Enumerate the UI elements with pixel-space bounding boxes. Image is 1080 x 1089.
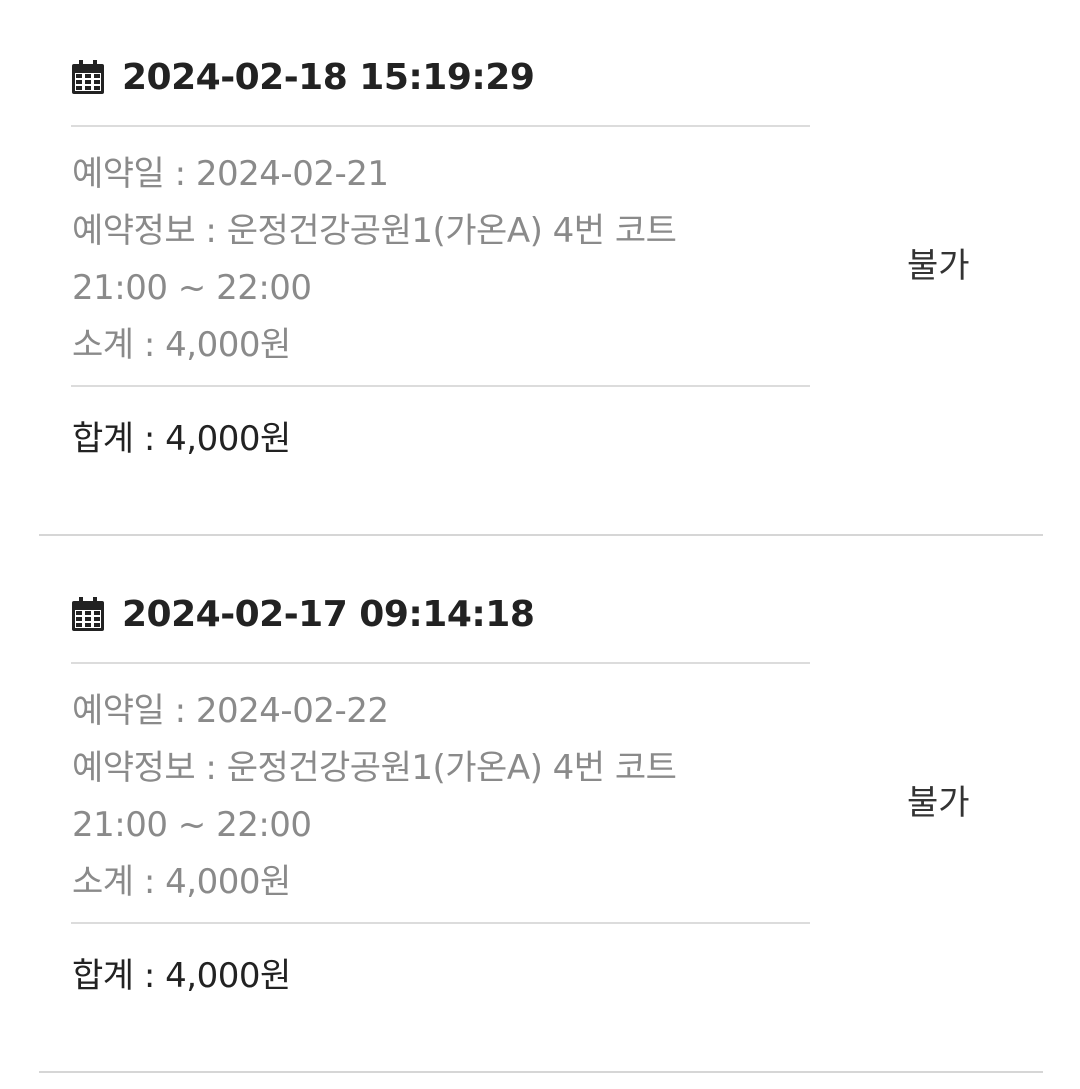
reservation-time: 21:00 ~ 22:00 xyxy=(72,805,312,845)
reservation-datetime: 2024-02-18 15:19:29 xyxy=(122,56,535,98)
reservation-total: 합계 : 4,000원 xyxy=(72,956,291,996)
status-badge: 불가 xyxy=(907,246,970,286)
reservation-date: 예약일 : 2024-02-21 xyxy=(72,154,389,194)
reservation-subtotal: 소계 : 4,000원 xyxy=(72,862,291,902)
reservation-info: 예약정보 : 운정건강공원1(가온A) 4번 코트 xyxy=(72,748,677,788)
status-badge: 불가 xyxy=(907,783,970,823)
reservation-header: 2024-02-17 09:14:18 xyxy=(72,589,535,639)
divider xyxy=(71,922,810,924)
item-separator xyxy=(39,534,1043,536)
divider xyxy=(71,662,810,664)
reservation-total: 합계 : 4,000원 xyxy=(72,419,291,459)
divider xyxy=(71,385,810,387)
reservation-details: 예약일 : 2024-02-22 예약정보 : 운정건강공원1(가온A) 4번 … xyxy=(72,683,832,911)
divider xyxy=(71,125,810,127)
reservation-subtotal: 소계 : 4,000원 xyxy=(72,325,291,365)
reservation-info: 예약정보 : 운정건강공원1(가온A) 4번 코트 xyxy=(72,211,677,251)
reservation-details: 예약일 : 2024-02-21 예약정보 : 운정건강공원1(가온A) 4번 … xyxy=(72,146,832,374)
calendar-icon xyxy=(72,60,104,94)
calendar-icon xyxy=(72,597,104,631)
reservation-datetime: 2024-02-17 09:14:18 xyxy=(122,593,535,635)
reservation-item: 2024-02-18 15:19:29 예약일 : 2024-02-21 예약정… xyxy=(0,0,1080,536)
reservation-item: 2024-02-17 09:14:18 예약일 : 2024-02-22 예약정… xyxy=(0,537,1080,1073)
reservation-header: 2024-02-18 15:19:29 xyxy=(72,52,535,102)
reservation-time: 21:00 ~ 22:00 xyxy=(72,268,312,308)
reservation-date: 예약일 : 2024-02-22 xyxy=(72,691,389,731)
item-separator xyxy=(39,1071,1043,1073)
